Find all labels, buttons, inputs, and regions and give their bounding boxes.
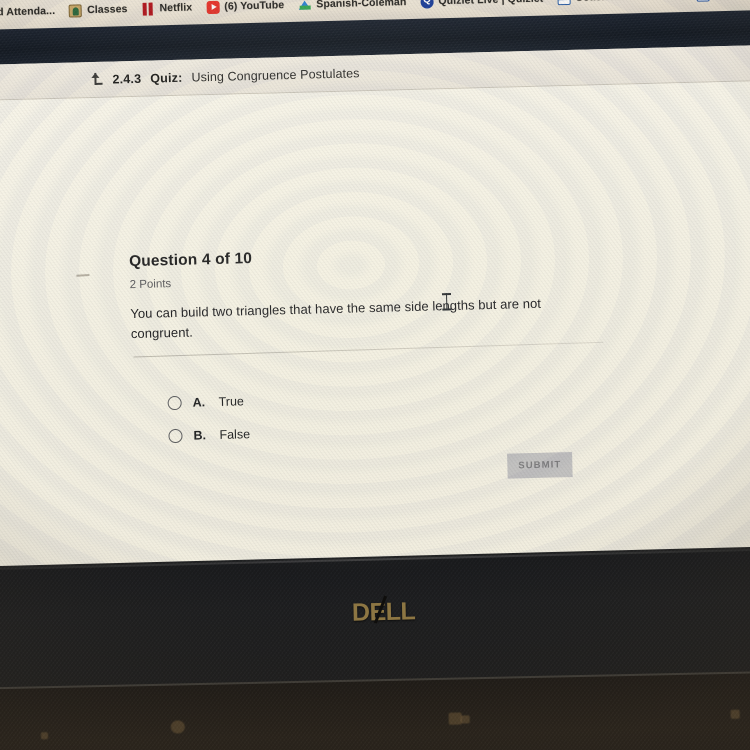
bookmark-quizlet-live[interactable]: Quizlet Live | Quizlet: [420, 0, 543, 9]
bookmark-label: Netflix: [159, 1, 193, 15]
choice-letter: A.: [192, 394, 206, 410]
bookmark-label: (6) YouTube: [224, 0, 285, 13]
submit-button[interactable]: SUBMIT: [507, 452, 573, 479]
quizlet-icon: [420, 0, 434, 9]
answer-choice-b[interactable]: B. False: [168, 417, 250, 452]
laptop-screen: and Attenda... Classes Netflix (6) YouTu…: [0, 0, 750, 584]
question-points: 2 Points: [129, 278, 172, 292]
bookmark-spanish-coleman[interactable]: Spanish-Coleman: [298, 0, 406, 11]
quiz-number: 2.4.3: [112, 71, 142, 87]
bookmark-label: Classes: [86, 3, 128, 17]
netflix-icon: [141, 2, 154, 15]
bookmark-label: Coach Hartness Ho...: [575, 0, 683, 4]
question-prompt: You can build two triangles that have th…: [130, 295, 542, 341]
choice-letter: B.: [193, 427, 207, 443]
question-heading: Question 4 of 10: [128, 250, 253, 271]
quiz-page-body: Question 4 of 10 2 Points You can build …: [0, 80, 750, 584]
radio-button-icon[interactable]: [167, 395, 182, 410]
back-up-arrow-icon[interactable]: [88, 72, 103, 87]
left-margin-tick: [76, 273, 90, 277]
bookmark-netflix[interactable]: Netflix: [141, 1, 192, 15]
choice-text: True: [218, 393, 245, 409]
bookmark-label: Quizlet Live | Quizlet: [438, 0, 543, 7]
laptop-photo: and Attenda... Classes Netflix (6) YouTu…: [0, 0, 750, 750]
bookmark-coach-hartness[interactable]: Coach Hartness Ho...: [557, 0, 683, 5]
youtube-icon: [206, 0, 220, 14]
radio-button-icon[interactable]: [168, 428, 183, 443]
cnn10-icon: [696, 0, 711, 2]
question-divider: [133, 341, 604, 358]
bookmark-classes[interactable]: Classes: [68, 3, 128, 18]
choice-text: False: [219, 426, 251, 442]
answer-choice-a[interactable]: A. True: [167, 384, 249, 419]
bookmark-label: Spanish-Coleman: [316, 0, 407, 11]
google-classroom-icon: [68, 3, 83, 18]
google-drive-icon: [298, 0, 311, 11]
text-cursor-ibeam: [442, 293, 451, 310]
bookmark-cnn10[interactable]: CNN10: [696, 0, 750, 2]
quiz-title: Using Congruence Postulates: [191, 65, 360, 85]
bookmark-label: and Attenda...: [0, 4, 56, 19]
coach-hartness-icon: [557, 0, 571, 5]
bookmark-attendance[interactable]: and Attenda...: [0, 4, 55, 19]
bookmark-youtube[interactable]: (6) YouTube: [206, 0, 284, 14]
answer-choices: A. True B. False: [167, 384, 250, 452]
quiz-type-label: Quiz:: [150, 70, 183, 86]
